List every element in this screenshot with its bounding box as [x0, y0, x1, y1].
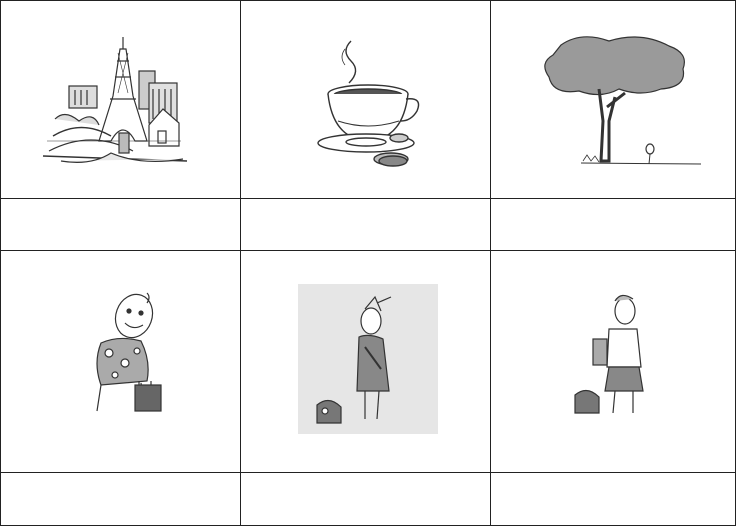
- answer-box[interactable]: [491, 199, 735, 249]
- answer-box[interactable]: [241, 199, 490, 249]
- boy-with-backpack-icon: [574, 294, 644, 414]
- girl-with-schoolbag-icon: [298, 284, 438, 434]
- picture-cell-tree: [491, 1, 735, 198]
- grid-line: [490, 0, 491, 526]
- paris-eiffel-tower-icon: [42, 37, 188, 163]
- answer-box[interactable]: [241, 473, 490, 525]
- picture-cell-coffee: [241, 1, 490, 198]
- picture-cell-tourist: [1, 251, 240, 472]
- picture-cell-paris: [1, 1, 240, 198]
- grid-line: [0, 250, 736, 251]
- tree-icon: [544, 36, 702, 165]
- coffee-cup-icon: [317, 40, 420, 167]
- answer-box[interactable]: [1, 473, 240, 525]
- picture-worksheet: [0, 0, 736, 526]
- answer-box[interactable]: [1, 199, 240, 249]
- grid-line: [240, 0, 241, 526]
- grid-line: [0, 0, 1, 526]
- grid-line: [0, 198, 736, 199]
- picture-cell-boy: [491, 251, 735, 472]
- answer-box[interactable]: [491, 473, 735, 525]
- tourist-with-suitcase-icon: [96, 292, 162, 412]
- grid-line: [0, 472, 736, 473]
- picture-cell-girl: [241, 251, 490, 472]
- grid-line: [0, 0, 736, 1]
